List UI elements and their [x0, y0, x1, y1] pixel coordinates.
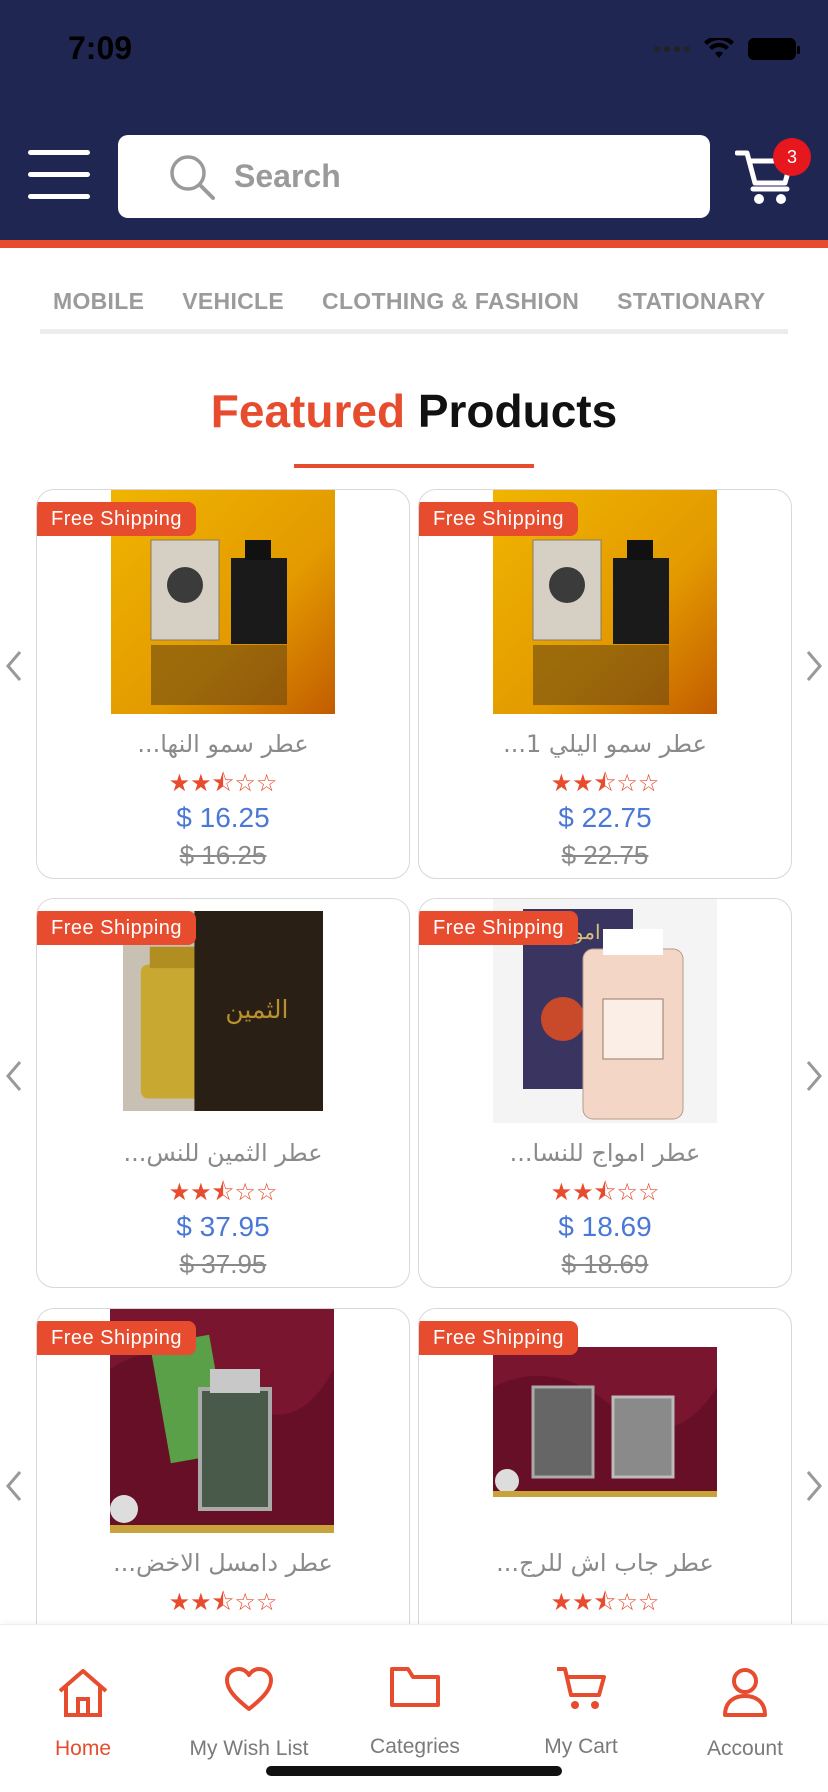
product-old-price: $ 18.69	[561, 1249, 649, 1279]
product-card[interactable]: الثمين Free Shipping عطر الثمين للنس... …	[36, 898, 410, 1288]
user-icon	[723, 1668, 767, 1717]
chevron-left-icon[interactable]	[0, 1466, 28, 1506]
section-title-featured: Featured	[210, 385, 406, 437]
product-old-price: $ 22.75	[561, 840, 649, 870]
product-card[interactable]: امواج Free Shipping عطر امواج للنسا... ★…	[418, 898, 792, 1288]
product-price: $ 37.95	[176, 1211, 270, 1242]
product-price: $ 22.75	[558, 802, 652, 833]
search-input[interactable]	[234, 158, 614, 195]
wifi-icon	[704, 38, 734, 58]
category-tabs: MOBILE VEHICLE CLOTHING & FASHION STATIONAR…	[40, 270, 788, 334]
product-card[interactable]: Free Shipping عطر سمو اليلي 1... ★★⯪☆☆ $…	[418, 489, 792, 879]
rating-stars: ★★⯪☆☆	[168, 1178, 278, 1206]
title-underline	[294, 464, 534, 468]
section-title-products: Products	[417, 385, 618, 437]
tab-categories[interactable]: Categries	[332, 1625, 498, 1765]
section-title: Featured Products	[0, 384, 828, 438]
product-name: عطر سمو اليلي 1...	[503, 730, 707, 758]
free-shipping-badge: Free Shipping	[37, 911, 197, 945]
category-mobile[interactable]: MOBILE	[53, 288, 144, 315]
product-name: عطر امواج للنسا...	[509, 1139, 701, 1167]
menu-button[interactable]	[28, 150, 90, 202]
free-shipping-badge: Free Shipping	[37, 1321, 197, 1355]
free-shipping-badge: Free Shipping	[419, 502, 579, 536]
chevron-right-icon[interactable]	[800, 646, 828, 686]
product-image	[493, 1347, 717, 1497]
chevron-right-icon[interactable]	[800, 1466, 828, 1506]
home-indicator	[266, 1766, 562, 1776]
tab-label: Categries	[370, 1735, 460, 1758]
product-name: عطر دامسل الاخض...	[113, 1549, 333, 1577]
rating-stars: ★★⯪☆☆	[550, 1178, 660, 1206]
product-name: عطر سمو النها...	[137, 730, 309, 758]
header-divider	[0, 240, 828, 248]
category-clothing-fashion[interactable]: CLOTHING & FASHION	[322, 288, 579, 315]
battery-icon	[748, 38, 800, 60]
tab-label: Home	[54, 1737, 112, 1760]
search-bar[interactable]	[118, 135, 710, 218]
free-shipping-badge: Free Shipping	[419, 1321, 579, 1355]
tab-home[interactable]: Home	[0, 1625, 166, 1765]
chevron-left-icon[interactable]	[0, 646, 28, 686]
rating-stars: ★★⯪☆☆	[550, 769, 660, 797]
search-icon	[170, 154, 215, 200]
folder-icon	[390, 1667, 440, 1707]
free-shipping-badge: Free Shipping	[419, 911, 579, 945]
cart-icon	[557, 1667, 606, 1709]
tab-account[interactable]: Account	[662, 1625, 828, 1765]
signal-icon	[654, 46, 690, 52]
product-price: $ 16.25	[176, 802, 270, 833]
product-card[interactable]: Free Shipping عطر سمو النها... ★★⯪☆☆ $ 1…	[36, 489, 410, 879]
tab-wishlist[interactable]: My Wish List	[166, 1625, 332, 1765]
home-icon	[58, 1669, 108, 1717]
status-icons	[654, 38, 800, 60]
heart-icon	[225, 1667, 273, 1711]
rating-stars: ★★⯪☆☆	[168, 769, 278, 797]
product-price: $ 18.69	[558, 1211, 652, 1242]
chevron-right-icon[interactable]	[800, 1056, 828, 1096]
product-name: عطر جاب اش للرج...	[496, 1549, 714, 1577]
rating-stars: ★★⯪☆☆	[168, 1588, 278, 1616]
category-stationary[interactable]: STATIONARY	[617, 288, 765, 315]
top-header: 7:09 3	[0, 0, 828, 248]
product-old-price: $ 16.25	[179, 840, 267, 870]
tab-label: My Wish List	[189, 1737, 309, 1760]
cart-count-badge: 3	[773, 138, 811, 176]
product-old-price: $ 37.95	[179, 1249, 267, 1279]
status-time: 7:09	[68, 30, 133, 66]
tab-label: My Cart	[544, 1735, 618, 1758]
free-shipping-badge: Free Shipping	[37, 502, 197, 536]
chevron-left-icon[interactable]	[0, 1056, 28, 1096]
svg-text:الثمين: الثمين	[225, 995, 288, 1025]
tab-label: Account	[707, 1737, 783, 1760]
tab-cart[interactable]: My Cart	[498, 1625, 664, 1765]
product-name: عطر الثمين للنس...	[123, 1139, 323, 1167]
category-vehicle[interactable]: VEHICLE	[182, 288, 284, 315]
app-screen: 7:09 3	[0, 0, 828, 1792]
rating-stars: ★★⯪☆☆	[550, 1588, 660, 1616]
